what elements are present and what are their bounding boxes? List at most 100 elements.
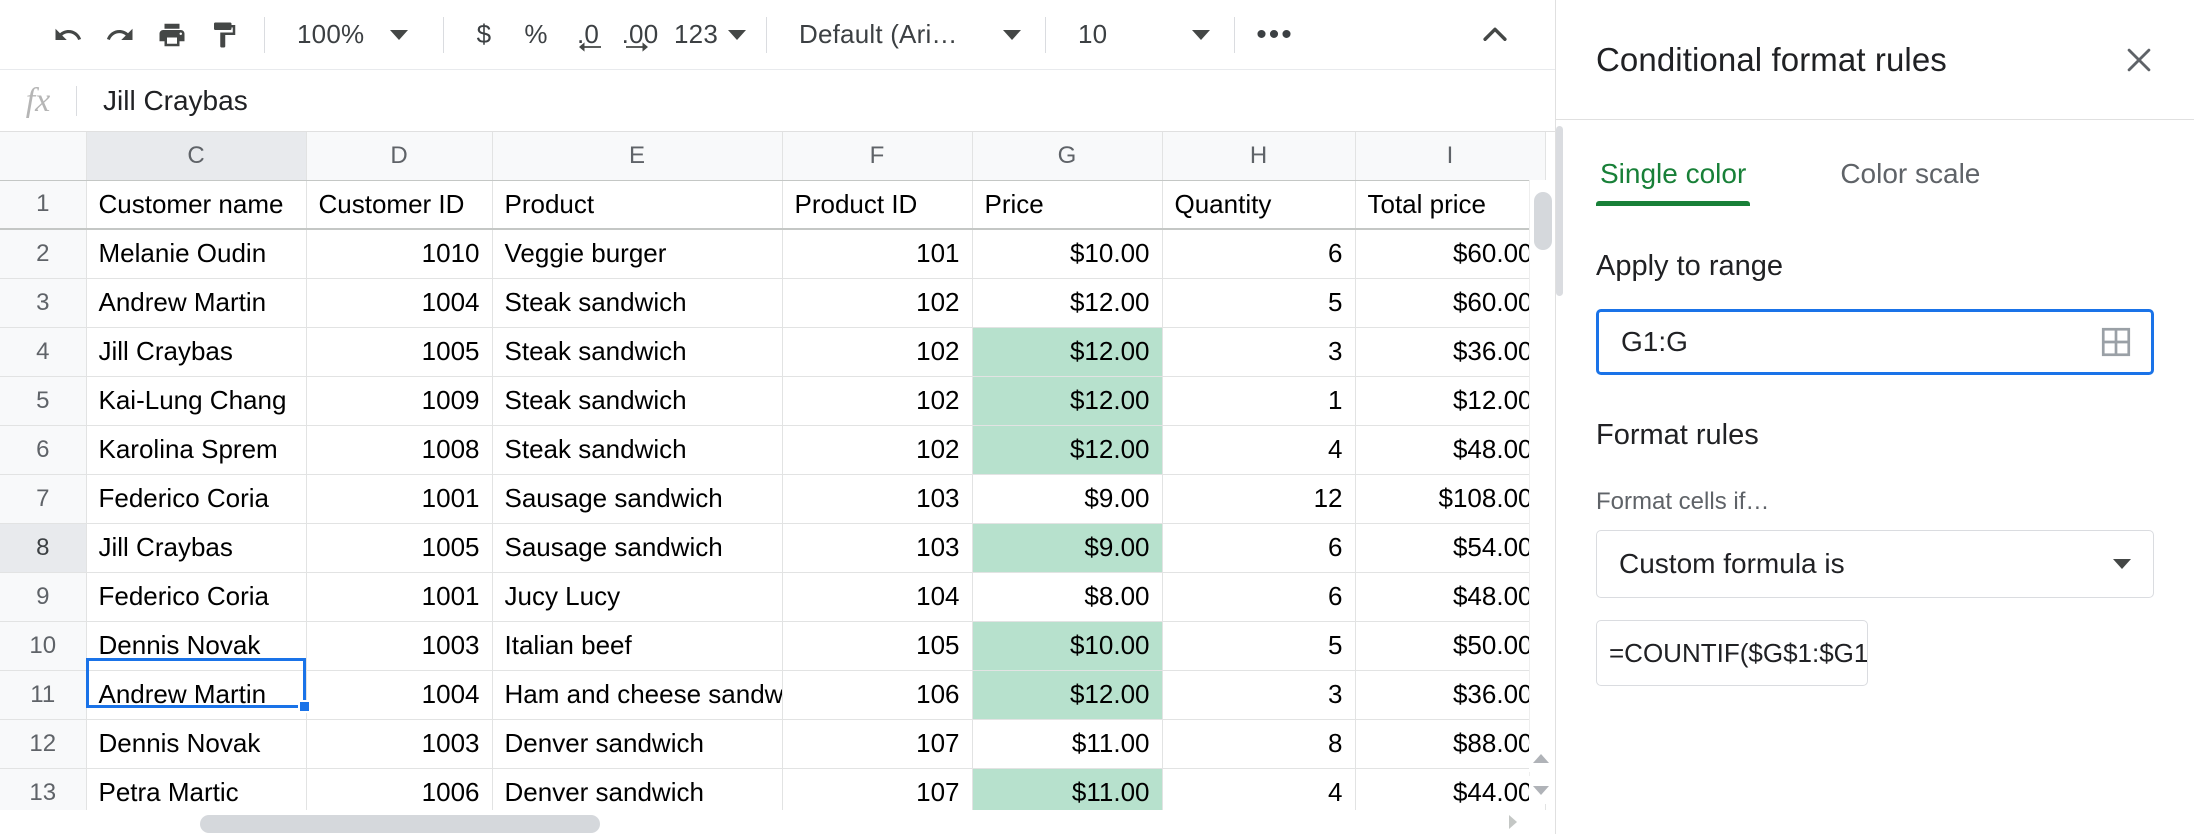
cell-F3[interactable]: 102 — [782, 278, 973, 328]
redo-button[interactable] — [94, 9, 146, 61]
cell-H9[interactable]: 6 — [1162, 572, 1356, 622]
cell-E11[interactable]: Ham and cheese sandwich — [492, 670, 783, 720]
cell-E5[interactable]: Steak sandwich — [492, 376, 783, 426]
cell-H4[interactable]: 3 — [1162, 327, 1356, 377]
cell-C6[interactable]: Karolina Sprem — [86, 425, 307, 475]
cell-I2[interactable]: $60.00 — [1355, 229, 1546, 279]
cell-E2[interactable]: Veggie burger — [492, 229, 783, 279]
cell-D4[interactable]: 1005 — [306, 327, 493, 377]
cell-G12[interactable]: $11.00 — [972, 719, 1163, 769]
cell-F5[interactable]: 102 — [782, 376, 973, 426]
percent-format-button[interactable]: % — [510, 9, 562, 61]
tab-single-color[interactable]: Single color — [1596, 158, 1751, 206]
cell-D2[interactable]: 1010 — [306, 229, 493, 279]
cell-F1[interactable]: Product ID — [782, 180, 973, 230]
column-header-I[interactable]: I — [1355, 132, 1546, 181]
collapse-toolbar-button[interactable] — [1469, 9, 1521, 61]
cell-C12[interactable]: Dennis Novak — [86, 719, 307, 769]
cell-F6[interactable]: 102 — [782, 425, 973, 475]
row-header-6[interactable]: 6 — [0, 425, 87, 475]
cell-H1[interactable]: Quantity — [1162, 180, 1356, 230]
cell-C8[interactable]: Jill Craybas — [86, 523, 307, 573]
row-header-8[interactable]: 8 — [0, 523, 87, 573]
cell-I4[interactable]: $36.00 — [1355, 327, 1546, 377]
cell-F11[interactable]: 106 — [782, 670, 973, 720]
column-header-C[interactable]: C — [86, 132, 307, 181]
cell-D10[interactable]: 1003 — [306, 621, 493, 671]
cell-I10[interactable]: $50.00 — [1355, 621, 1546, 671]
font-size-selector[interactable]: 10 — [1060, 9, 1220, 61]
undo-button[interactable] — [42, 9, 94, 61]
grid-select-icon[interactable] — [2099, 325, 2133, 359]
cell-G7[interactable]: $9.00 — [972, 474, 1163, 524]
cell-F7[interactable]: 103 — [782, 474, 973, 524]
close-sidebar-button[interactable] — [2112, 33, 2166, 87]
cell-I3[interactable]: $60.00 — [1355, 278, 1546, 328]
row-header-5[interactable]: 5 — [0, 376, 87, 426]
cell-D3[interactable]: 1004 — [306, 278, 493, 328]
horizontal-scrollbar[interactable] — [0, 810, 1555, 834]
cell-D11[interactable]: 1004 — [306, 670, 493, 720]
cell-D8[interactable]: 1005 — [306, 523, 493, 573]
font-family-selector[interactable]: Default (Ari… — [781, 9, 1031, 61]
cell-E12[interactable]: Denver sandwich — [492, 719, 783, 769]
column-header-E[interactable]: E — [492, 132, 783, 181]
cell-C4[interactable]: Jill Craybas — [86, 327, 307, 377]
column-header-G[interactable]: G — [972, 132, 1163, 181]
cell-H5[interactable]: 1 — [1162, 376, 1356, 426]
scroll-right-button[interactable] — [1506, 812, 1528, 832]
vertical-scrollbar[interactable] — [1529, 180, 1555, 780]
custom-formula-input[interactable]: =COUNTIF($G$1:$G1,G1 — [1596, 620, 1868, 686]
cell-C2[interactable]: Melanie Oudin — [86, 229, 307, 279]
cell-E10[interactable]: Italian beef — [492, 621, 783, 671]
vertical-scrollbar-thumb[interactable] — [1534, 192, 1552, 250]
column-header-H[interactable]: H — [1162, 132, 1356, 181]
row-header-1[interactable]: 1 — [0, 180, 87, 230]
cell-I8[interactable]: $54.00 — [1355, 523, 1546, 573]
more-formats-selector[interactable]: 123 — [666, 9, 752, 61]
cell-G3[interactable]: $12.00 — [972, 278, 1163, 328]
cell-C10[interactable]: Dennis Novak — [86, 621, 307, 671]
row-header-9[interactable]: 9 — [0, 572, 87, 622]
scroll-up-button[interactable] — [1529, 744, 1553, 772]
cell-F9[interactable]: 104 — [782, 572, 973, 622]
cell-E6[interactable]: Steak sandwich — [492, 425, 783, 475]
currency-format-button[interactable]: $ — [458, 9, 510, 61]
cell-D1[interactable]: Customer ID — [306, 180, 493, 230]
cell-G4[interactable]: $12.00 — [972, 327, 1163, 377]
decrease-decimal-button[interactable]: .0 — [562, 9, 614, 61]
row-header-7[interactable]: 7 — [0, 474, 87, 524]
cell-I1[interactable]: Total price — [1355, 180, 1546, 230]
cell-D9[interactable]: 1001 — [306, 572, 493, 622]
cell-F8[interactable]: 103 — [782, 523, 973, 573]
print-button[interactable] — [146, 9, 198, 61]
cell-G6[interactable]: $12.00 — [972, 425, 1163, 475]
cell-C3[interactable]: Andrew Martin — [86, 278, 307, 328]
cell-E1[interactable]: Product — [492, 180, 783, 230]
row-header-10[interactable]: 10 — [0, 621, 87, 671]
tab-color-scale[interactable]: Color scale — [1836, 158, 1984, 206]
cell-C5[interactable]: Kai-Lung Chang — [86, 376, 307, 426]
cell-H10[interactable]: 5 — [1162, 621, 1356, 671]
cell-E4[interactable]: Steak sandwich — [492, 327, 783, 377]
formula-input[interactable]: Jill Craybas — [77, 85, 1555, 117]
cell-C7[interactable]: Federico Coria — [86, 474, 307, 524]
horizontal-scrollbar-thumb[interactable] — [200, 815, 600, 833]
row-header-4[interactable]: 4 — [0, 327, 87, 377]
cell-D5[interactable]: 1009 — [306, 376, 493, 426]
select-all-corner[interactable] — [0, 132, 87, 181]
cell-H2[interactable]: 6 — [1162, 229, 1356, 279]
cell-E9[interactable]: Jucy Lucy — [492, 572, 783, 622]
more-options-button[interactable]: ••• — [1249, 9, 1301, 61]
cell-H11[interactable]: 3 — [1162, 670, 1356, 720]
cell-F4[interactable]: 102 — [782, 327, 973, 377]
paint-format-button[interactable] — [198, 9, 250, 61]
cell-G8[interactable]: $9.00 — [972, 523, 1163, 573]
cell-G5[interactable]: $12.00 — [972, 376, 1163, 426]
cell-I11[interactable]: $36.00 — [1355, 670, 1546, 720]
cell-I12[interactable]: $88.00 — [1355, 719, 1546, 769]
cell-E8[interactable]: Sausage sandwich — [492, 523, 783, 573]
cell-G11[interactable]: $12.00 — [972, 670, 1163, 720]
cell-G2[interactable]: $10.00 — [972, 229, 1163, 279]
cell-C9[interactable]: Federico Coria — [86, 572, 307, 622]
